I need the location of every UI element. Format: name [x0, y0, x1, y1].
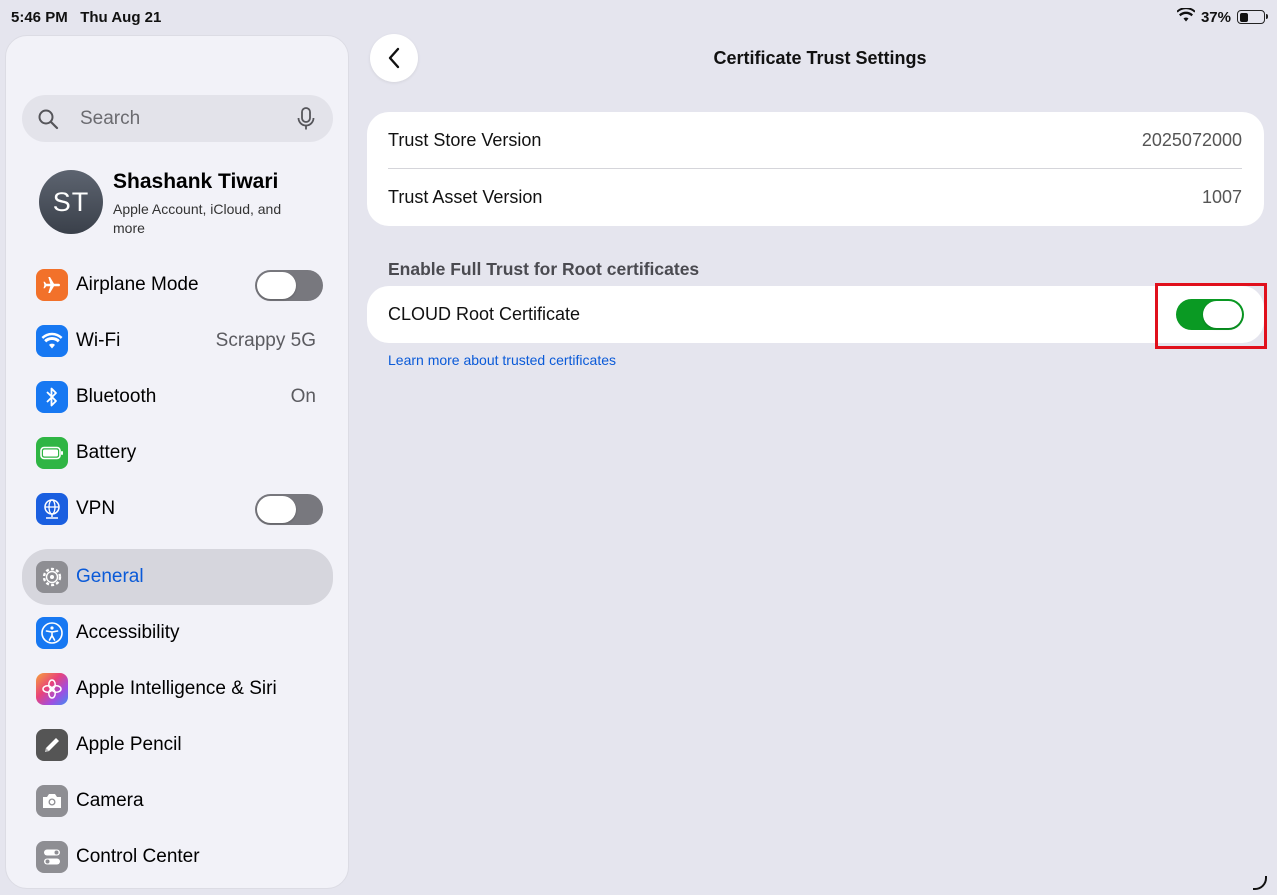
- sidebar-item-bluetooth[interactable]: Bluetooth On: [22, 372, 333, 424]
- battery-fill: [1239, 12, 1248, 22]
- avatar: ST: [39, 170, 103, 234]
- certificate-trust-toggle[interactable]: [1176, 299, 1244, 330]
- certificate-row: CLOUD Root Certificate: [388, 286, 1242, 343]
- certificate-label: CLOUD Root Certificate: [388, 304, 581, 324]
- certificate-card: CLOUD Root Certificate: [367, 286, 1264, 343]
- learn-more-link[interactable]: Learn more about trusted certificates: [388, 352, 616, 368]
- battery-icon: [36, 437, 68, 469]
- sidebar-item-label: Camera: [76, 790, 144, 811]
- trust-store-version-row: Trust Store Version 2025072000: [388, 112, 1242, 169]
- control-center-icon: [36, 841, 68, 873]
- toggle-knob: [1203, 301, 1242, 328]
- status-indicators: 37%: [1176, 7, 1268, 26]
- trust-store-version-label: Trust Store Version: [388, 130, 542, 150]
- sidebar-item-apple-pencil[interactable]: Apple Pencil: [22, 720, 333, 772]
- sidebar-item-general[interactable]: General: [22, 549, 333, 605]
- sidebar-item-label: Accessibility: [76, 622, 180, 643]
- sidebar-item-label: Airplane Mode: [76, 274, 199, 295]
- page-title: Certificate Trust Settings: [713, 48, 927, 68]
- trust-store-version-value: 2025072000: [1141, 130, 1242, 150]
- trust-asset-version-value: 1007: [1201, 187, 1242, 207]
- vpn-toggle[interactable]: [255, 494, 323, 525]
- search-input[interactable]: Search: [80, 108, 140, 130]
- sidebar-item-control-center[interactable]: Control Center: [22, 832, 333, 884]
- status-time: 5:46 PM Thu Aug 21: [11, 9, 162, 26]
- trust-asset-version-label: Trust Asset Version: [388, 187, 543, 207]
- toggle-knob: [257, 496, 296, 523]
- gear-icon: [36, 561, 68, 593]
- camera-icon: [36, 785, 68, 817]
- trust-asset-version-row: Trust Asset Version 1007: [388, 169, 1242, 226]
- battery-status-icon: [1237, 10, 1268, 24]
- back-button[interactable]: [370, 34, 418, 82]
- sidebar-item-vpn[interactable]: VPN: [22, 484, 333, 536]
- sidebar: Search ST Shashank Tiwari Apple Account,…: [5, 35, 349, 889]
- sidebar-item-wifi[interactable]: Wi-Fi Scrappy 5G: [22, 316, 333, 368]
- section-header: Enable Full Trust for Root certificates: [388, 259, 700, 279]
- bluetooth-status: On: [290, 386, 316, 407]
- profile-card[interactable]: ST Shashank Tiwari Apple Account, iCloud…: [39, 170, 329, 236]
- version-info-card: Trust Store Version 2025072000 Trust Ass…: [367, 112, 1264, 226]
- sidebar-item-battery[interactable]: Battery: [22, 428, 333, 480]
- siri-icon: [36, 673, 68, 705]
- accessibility-icon: [36, 617, 68, 649]
- microphone-icon[interactable]: [295, 107, 317, 131]
- sidebar-item-label: Apple Pencil: [76, 734, 182, 755]
- toggle-knob: [257, 272, 296, 299]
- airplane-icon: [36, 269, 68, 301]
- globe-icon: [36, 493, 68, 525]
- sidebar-item-airplane-mode[interactable]: Airplane Mode: [22, 260, 333, 312]
- airplane-mode-toggle[interactable]: [255, 270, 323, 301]
- sidebar-item-label: Control Center: [76, 846, 200, 867]
- sidebar-item-accessibility[interactable]: Accessibility: [22, 608, 333, 660]
- sidebar-item-label: Bluetooth: [76, 386, 157, 407]
- sidebar-item-label: VPN: [76, 498, 116, 519]
- sidebar-item-label: General: [76, 566, 144, 587]
- pencil-icon: [36, 729, 68, 761]
- sidebar-item-label: Wi-Fi: [76, 330, 121, 351]
- corner-indicator: [1253, 876, 1267, 890]
- wifi-status-icon: [1176, 7, 1196, 26]
- battery-percent: 37%: [1200, 8, 1231, 26]
- wifi-icon: [36, 325, 68, 357]
- sidebar-item-apple-intelligence[interactable]: Apple Intelligence & Siri: [22, 664, 333, 716]
- search-bar[interactable]: Search: [22, 95, 333, 142]
- sidebar-item-camera[interactable]: Camera: [22, 776, 333, 828]
- wifi-network-name: Scrappy 5G: [215, 330, 316, 351]
- sidebar-item-label: Battery: [76, 442, 137, 463]
- sidebar-item-label: Apple Intelligence & Siri: [76, 678, 277, 699]
- profile-subtitle: Apple Account, iCloud, and more: [113, 201, 282, 236]
- search-icon: [38, 109, 59, 130]
- profile-name: Shashank Tiwari: [113, 170, 279, 193]
- chevron-left-icon: [388, 47, 400, 69]
- bluetooth-icon: [36, 381, 68, 413]
- status-bar: 5:46 PM Thu Aug 21 37%: [0, 0, 1277, 34]
